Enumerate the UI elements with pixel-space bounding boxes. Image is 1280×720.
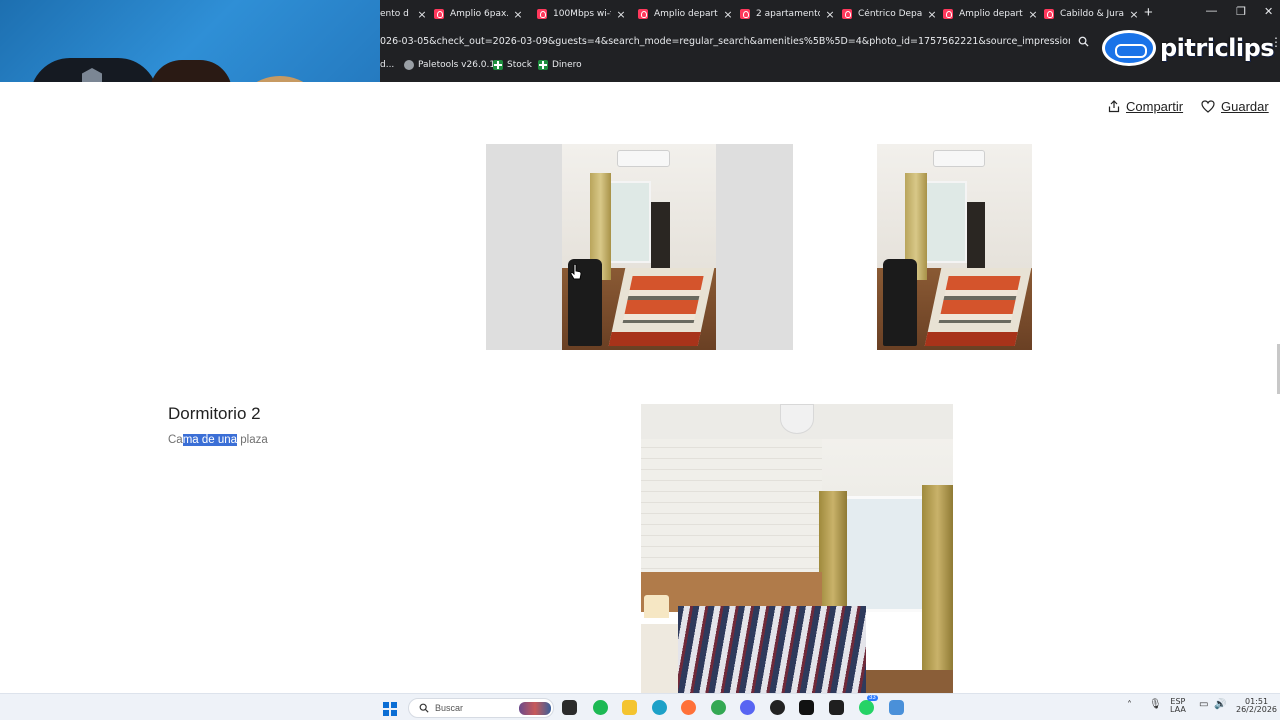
airbnb-icon [842,9,852,19]
room-bed-description: Cama de una plaza [168,434,268,446]
obs-icon[interactable] [770,700,785,715]
sheets-icon [538,60,548,70]
watermark: pitriclips [1102,30,1275,66]
save-label: Guardar [1221,99,1269,114]
desc-text: plaza [237,434,268,446]
tab-title: ento d [380,9,409,19]
airbnb-icon [740,9,750,19]
airbnb-icon [537,9,547,19]
microphone-icon[interactable]: 🎙 [1149,700,1162,710]
language-indicator[interactable]: ESP LAA [1170,698,1186,714]
chevron-up-icon[interactable]: ˄ [1127,701,1132,711]
clock-date: 26/2/2026 [1236,705,1278,714]
browser-tab[interactable]: Cabildo & Jura × [1044,3,1140,25]
close-icon[interactable]: × [1128,8,1140,21]
tiktok-icon[interactable] [799,700,814,715]
minimize-icon[interactable]: — [1206,5,1217,17]
bookmark-label: Stock [507,60,532,70]
tab-title: 2 apartamento [756,9,820,19]
lang-bottom: LAA [1170,705,1186,714]
room-photo[interactable] [641,404,953,693]
tab-title: 100Mbps wi-fi [553,9,611,19]
search-icon [419,703,429,713]
browser-tab[interactable]: Amplio depart × [943,3,1039,25]
close-icon[interactable]: × [926,8,938,21]
new-tab-button[interactable]: + [1144,4,1153,21]
firefox-icon[interactable] [681,700,696,715]
bookmark-label: Dinero [552,60,582,70]
whatsapp-icon[interactable] [859,700,874,715]
close-icon[interactable]: × [824,8,836,21]
browser-tab[interactable]: 100Mbps wi-fi × [537,3,627,25]
close-window-icon[interactable]: ✕ [1264,5,1273,18]
search-placeholder: Buscar [435,703,464,713]
close-icon[interactable]: × [722,8,734,21]
share-icon [1108,100,1120,113]
close-icon[interactable]: × [512,8,524,21]
close-icon[interactable]: × [615,8,627,21]
volume-icon[interactable]: 🔊 [1214,700,1226,710]
zoom-icon[interactable] [1078,36,1089,47]
notepad-icon[interactable] [889,700,904,715]
taskbar-search[interactable]: Buscar [408,698,554,718]
edge-icon[interactable] [652,700,667,715]
bookmark-item[interactable]: Paletools v26.0.12 [404,60,501,70]
network-icon[interactable]: ▭ [1199,700,1208,710]
discord-icon[interactable] [740,700,755,715]
browser-tab[interactable]: 2 apartamento × [740,3,836,25]
tab-title: Amplio depart [959,9,1023,19]
bookmark-label: Paletools v26.0.12 [418,60,501,70]
browser-tab[interactable]: Céntrico Depa × [842,3,938,25]
file-explorer-icon[interactable] [562,700,577,715]
room-photo[interactable] [486,144,793,350]
clock[interactable]: 01:51 26/2/2026 [1236,698,1277,714]
tab-title: Cabildo & Jura [1060,9,1124,19]
airbnb-icon [638,9,648,19]
whatsapp-badge: 33 [867,695,878,701]
windows-start-icon[interactable] [383,702,397,716]
bookmark-item[interactable]: Stock [493,60,532,70]
hand-cursor-icon [570,264,582,280]
close-icon[interactable]: × [1027,8,1039,21]
airbnb-icon [434,9,444,19]
airbnb-icon [1044,9,1054,19]
airbnb-icon [943,9,953,19]
browser-tab[interactable]: Amplio 6pax. × [434,3,524,25]
room-photo[interactable] [877,144,1032,350]
browser-tab[interactable]: Amplio depart × [638,3,734,25]
tab-title: Céntrico Depa [858,9,922,19]
folder-icon[interactable] [622,700,637,715]
sheets-icon [493,60,503,70]
share-button[interactable]: Compartir [1108,99,1183,114]
desc-text: Ca [168,434,183,446]
capcut-icon[interactable] [829,700,844,715]
search-highlight-image [519,702,551,715]
selected-text: ma de una [182,434,238,446]
heart-icon [1201,100,1215,113]
windows-taskbar: Buscar 33 ˄ 🎙 ESP LAA ▭ 🔊 01:51 26/2/202… [0,693,1280,720]
globe-icon [404,60,414,70]
tab-strip: ento d × Amplio 6pax. × 100Mbps wi-fi × … [380,0,1280,28]
bookmark-item[interactable]: d... [380,60,394,70]
chrome-icon[interactable] [711,700,726,715]
bookmark-item[interactable]: Dinero [538,60,582,70]
spotify-icon[interactable] [593,700,608,715]
listing-page: Compartir Guardar Dormitorio 2 Cama de u… [0,82,1280,693]
tab-title: Amplio depart [654,9,718,19]
restore-icon[interactable]: ❐ [1236,5,1246,18]
close-icon[interactable]: × [416,8,428,21]
bookmark-label: d... [380,60,395,70]
handshake-icon [1102,30,1156,66]
room-title: Dormitorio 2 [168,404,261,423]
browser-tab[interactable]: ento d × [380,3,428,25]
screen: ento d × Amplio 6pax. × 100Mbps wi-fi × … [0,0,1280,720]
save-button[interactable]: Guardar [1201,99,1269,114]
tab-title: Amplio 6pax. [450,9,508,19]
url-text[interactable]: 026-03-05&check_out=2026-03-09&guests=4&… [380,36,1070,47]
share-label: Compartir [1126,99,1184,114]
watermark-text: pitriclips [1160,34,1275,62]
